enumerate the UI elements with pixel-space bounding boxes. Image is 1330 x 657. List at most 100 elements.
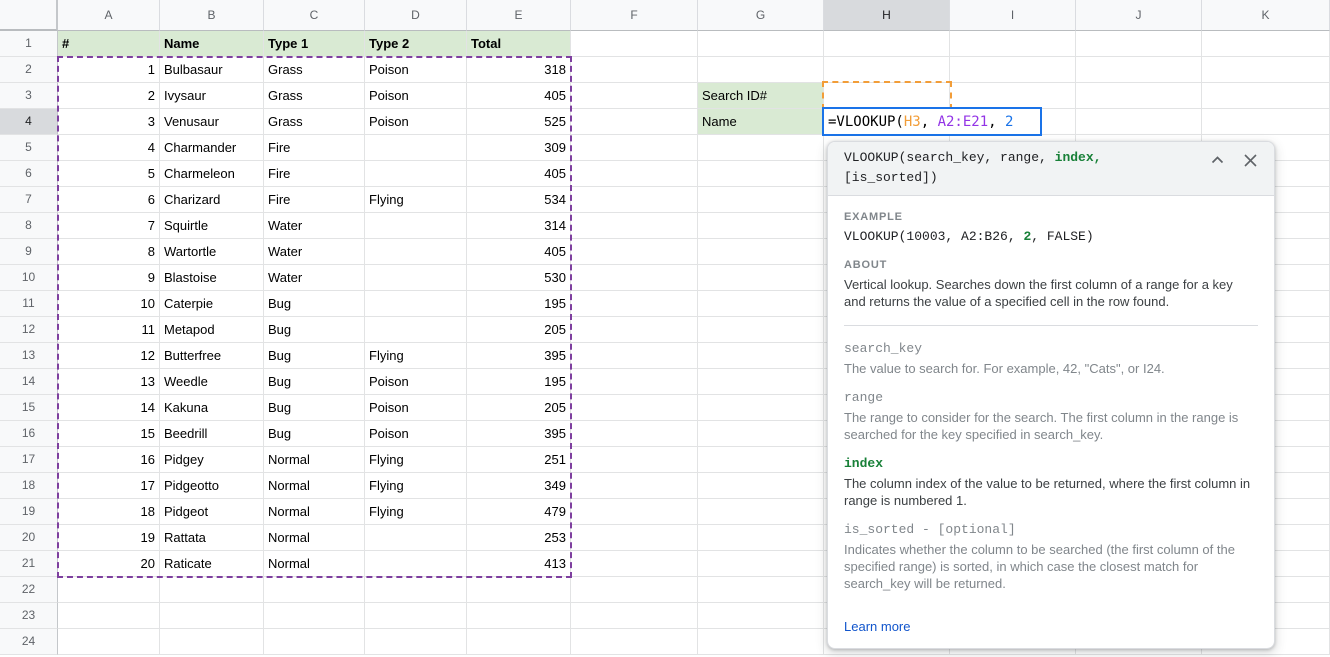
cell-D6[interactable]	[365, 161, 467, 187]
cell-C3[interactable]: Grass	[264, 83, 365, 109]
cell-K1[interactable]	[1202, 31, 1330, 57]
cell-D9[interactable]	[365, 239, 467, 265]
cell-G23[interactable]	[698, 603, 824, 629]
cell-K4[interactable]	[1202, 109, 1330, 135]
cell-C24[interactable]	[264, 629, 365, 655]
cell-B4[interactable]: Venusaur	[160, 109, 264, 135]
cell-H1[interactable]	[824, 31, 950, 57]
cell-F10[interactable]	[571, 265, 698, 291]
cell-C4[interactable]: Grass	[264, 109, 365, 135]
column-header-H[interactable]: H	[824, 0, 950, 31]
cell-E10[interactable]: 530	[467, 265, 571, 291]
cell-A16[interactable]: 15	[58, 421, 160, 447]
select-all-corner[interactable]	[0, 0, 58, 31]
cell-B10[interactable]: Blastoise	[160, 265, 264, 291]
cell-E20[interactable]: 253	[467, 525, 571, 551]
cell-D21[interactable]	[365, 551, 467, 577]
cell-B7[interactable]: Charizard	[160, 187, 264, 213]
cell-E17[interactable]: 251	[467, 447, 571, 473]
cell-C8[interactable]: Water	[264, 213, 365, 239]
cell-F20[interactable]	[571, 525, 698, 551]
cell-B3[interactable]: Ivysaur	[160, 83, 264, 109]
cell-A12[interactable]: 11	[58, 317, 160, 343]
cell-B6[interactable]: Charmeleon	[160, 161, 264, 187]
cell-C6[interactable]: Fire	[264, 161, 365, 187]
cell-G2[interactable]	[698, 57, 824, 83]
cell-G13[interactable]	[698, 343, 824, 369]
cell-A11[interactable]: 10	[58, 291, 160, 317]
row-header-19[interactable]: 19	[0, 499, 58, 525]
cell-C9[interactable]: Water	[264, 239, 365, 265]
cell-D15[interactable]: Poison	[365, 395, 467, 421]
cell-A10[interactable]: 9	[58, 265, 160, 291]
cell-D7[interactable]: Flying	[365, 187, 467, 213]
column-header-G[interactable]: G	[698, 0, 824, 31]
cell-C20[interactable]: Normal	[264, 525, 365, 551]
row-header-8[interactable]: 8	[0, 213, 58, 239]
cell-E24[interactable]	[467, 629, 571, 655]
cell-E1[interactable]: Total	[467, 31, 571, 57]
cell-G4[interactable]: Name	[698, 109, 824, 135]
cell-J3[interactable]	[1076, 83, 1202, 109]
row-header-6[interactable]: 6	[0, 161, 58, 187]
cell-A18[interactable]: 17	[58, 473, 160, 499]
cell-I3[interactable]	[950, 83, 1076, 109]
cell-C1[interactable]: Type 1	[264, 31, 365, 57]
cell-C19[interactable]: Normal	[264, 499, 365, 525]
cell-C14[interactable]: Bug	[264, 369, 365, 395]
cell-A22[interactable]	[58, 577, 160, 603]
column-header-C[interactable]: C	[264, 0, 365, 31]
cell-B9[interactable]: Wartortle	[160, 239, 264, 265]
column-header-K[interactable]: K	[1202, 0, 1330, 31]
cell-F8[interactable]	[571, 213, 698, 239]
cell-B12[interactable]: Metapod	[160, 317, 264, 343]
cell-D14[interactable]: Poison	[365, 369, 467, 395]
row-header-18[interactable]: 18	[0, 473, 58, 499]
cell-G15[interactable]	[698, 395, 824, 421]
column-header-I[interactable]: I	[950, 0, 1076, 31]
cell-E14[interactable]: 195	[467, 369, 571, 395]
cell-B5[interactable]: Charmander	[160, 135, 264, 161]
cell-A24[interactable]	[58, 629, 160, 655]
cell-C23[interactable]	[264, 603, 365, 629]
cell-A23[interactable]	[58, 603, 160, 629]
row-header-21[interactable]: 21	[0, 551, 58, 577]
cell-D3[interactable]: Poison	[365, 83, 467, 109]
row-header-13[interactable]: 13	[0, 343, 58, 369]
cell-C18[interactable]: Normal	[264, 473, 365, 499]
cell-F6[interactable]	[571, 161, 698, 187]
cell-A4[interactable]: 3	[58, 109, 160, 135]
formula-editor-cell[interactable]: =VLOOKUP(H3, A2:E21, 2	[822, 107, 1042, 136]
cell-B2[interactable]: Bulbasaur	[160, 57, 264, 83]
cell-D10[interactable]	[365, 265, 467, 291]
cell-G21[interactable]	[698, 551, 824, 577]
cell-A19[interactable]: 18	[58, 499, 160, 525]
cell-G3[interactable]: Search ID#	[698, 83, 824, 109]
cell-G22[interactable]	[698, 577, 824, 603]
column-header-A[interactable]: A	[58, 0, 160, 31]
cell-D18[interactable]: Flying	[365, 473, 467, 499]
cell-B11[interactable]: Caterpie	[160, 291, 264, 317]
cell-B17[interactable]: Pidgey	[160, 447, 264, 473]
cell-D8[interactable]	[365, 213, 467, 239]
cell-C16[interactable]: Bug	[264, 421, 365, 447]
cell-F17[interactable]	[571, 447, 698, 473]
cell-G1[interactable]	[698, 31, 824, 57]
row-header-20[interactable]: 20	[0, 525, 58, 551]
cell-E3[interactable]: 405	[467, 83, 571, 109]
cell-E2[interactable]: 318	[467, 57, 571, 83]
cell-E9[interactable]: 405	[467, 239, 571, 265]
cell-A6[interactable]: 5	[58, 161, 160, 187]
cell-J1[interactable]	[1076, 31, 1202, 57]
cell-D17[interactable]: Flying	[365, 447, 467, 473]
cell-F23[interactable]	[571, 603, 698, 629]
column-header-D[interactable]: D	[365, 0, 467, 31]
cell-B14[interactable]: Weedle	[160, 369, 264, 395]
cell-F5[interactable]	[571, 135, 698, 161]
cell-B23[interactable]	[160, 603, 264, 629]
cell-F3[interactable]	[571, 83, 698, 109]
cell-C17[interactable]: Normal	[264, 447, 365, 473]
cell-E15[interactable]: 205	[467, 395, 571, 421]
row-header-7[interactable]: 7	[0, 187, 58, 213]
cell-A8[interactable]: 7	[58, 213, 160, 239]
